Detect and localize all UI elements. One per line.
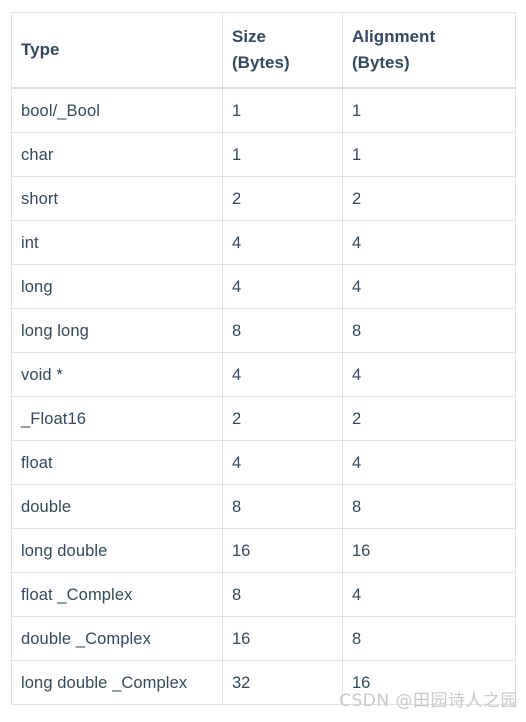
table-row: int 4 4 — [11, 220, 516, 265]
page-root: Type Size (Bytes) Alignment (Bytes) bool… — [0, 0, 526, 722]
table-cell-alignment: 1 — [342, 87, 516, 133]
table-cell-type: _Float16 — [11, 396, 223, 441]
table-cell-size: 16 — [222, 616, 343, 661]
table-cell-size: 4 — [222, 264, 343, 309]
table-cell-alignment: 1 — [342, 132, 516, 177]
table-cell-alignment: 4 — [342, 264, 516, 309]
table-row: double _Complex 16 8 — [11, 616, 516, 661]
table-row: bool/_Bool 1 1 — [11, 87, 516, 133]
table-cell-type: long long — [11, 308, 223, 353]
table-cell-size: 16 — [222, 528, 343, 573]
table-cell-type: char — [11, 132, 223, 177]
table-cell-type: float — [11, 440, 223, 485]
table-cell-type: long double _Complex — [11, 660, 223, 705]
table-row: float _Complex 8 4 — [11, 572, 516, 617]
table-cell-size: 8 — [222, 572, 343, 617]
table-cell-size: 2 — [222, 176, 343, 221]
table-cell-alignment: 4 — [342, 440, 516, 485]
table-header: Type Size (Bytes) Alignment (Bytes) — [11, 12, 516, 89]
table-cell-alignment: 8 — [342, 484, 516, 529]
table-cell-alignment: 16 — [342, 660, 516, 705]
column-header-size: Size (Bytes) — [222, 12, 343, 89]
table-cell-size: 4 — [222, 220, 343, 265]
table-cell-type: short — [11, 176, 223, 221]
table-cell-alignment: 4 — [342, 352, 516, 397]
table-header-row: Type Size (Bytes) Alignment (Bytes) — [11, 12, 516, 89]
table-cell-size: 32 — [222, 660, 343, 705]
table-body: bool/_Bool 1 1 char 1 1 short 2 2 int 4 4 long 4 4 long… — [11, 87, 516, 705]
table-row: void * 4 4 — [11, 352, 516, 397]
table-row: long 4 4 — [11, 264, 516, 309]
table-row: double 8 8 — [11, 484, 516, 529]
table-row: _Float16 2 2 — [11, 396, 516, 441]
table-cell-type: long — [11, 264, 223, 309]
table-cell-size: 8 — [222, 484, 343, 529]
table-cell-alignment: 4 — [342, 220, 516, 265]
table-cell-type: float _Complex — [11, 572, 223, 617]
table-cell-type: int — [11, 220, 223, 265]
table-row: float 4 4 — [11, 440, 516, 485]
table-cell-type: double _Complex — [11, 616, 223, 661]
data-types-table: Type Size (Bytes) Alignment (Bytes) bool… — [11, 12, 516, 705]
table-cell-type: double — [11, 484, 223, 529]
table-cell-alignment: 16 — [342, 528, 516, 573]
table-row: long long 8 8 — [11, 308, 516, 353]
data-types-table-container: Type Size (Bytes) Alignment (Bytes) bool… — [11, 12, 516, 705]
table-cell-alignment: 2 — [342, 176, 516, 221]
table-cell-type: long double — [11, 528, 223, 573]
table-cell-size: 8 — [222, 308, 343, 353]
table-cell-alignment: 2 — [342, 396, 516, 441]
table-cell-size: 1 — [222, 87, 343, 133]
table-cell-size: 4 — [222, 352, 343, 397]
column-header-type: Type — [11, 12, 223, 89]
table-row: long double _Complex 32 16 — [11, 660, 516, 705]
column-header-alignment: Alignment (Bytes) — [342, 12, 516, 89]
table-cell-size: 4 — [222, 440, 343, 485]
table-cell-size: 2 — [222, 396, 343, 441]
table-cell-type: void * — [11, 352, 223, 397]
table-cell-alignment: 8 — [342, 308, 516, 353]
table-cell-size: 1 — [222, 132, 343, 177]
table-row: short 2 2 — [11, 176, 516, 221]
table-cell-alignment: 8 — [342, 616, 516, 661]
table-row: long double 16 16 — [11, 528, 516, 573]
table-cell-type: bool/_Bool — [11, 87, 223, 133]
table-cell-alignment: 4 — [342, 572, 516, 617]
table-row: char 1 1 — [11, 132, 516, 177]
